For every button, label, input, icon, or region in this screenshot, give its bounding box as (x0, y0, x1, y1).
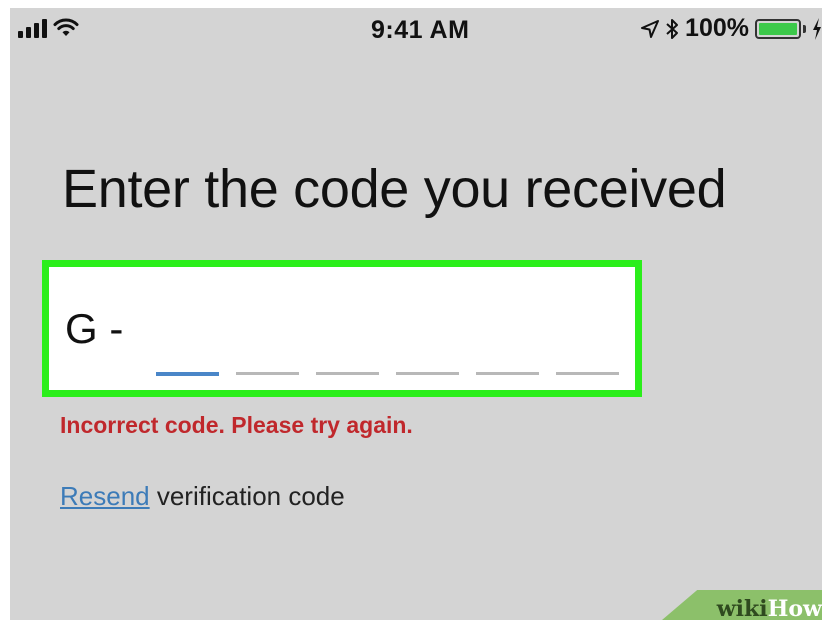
bluetooth-icon (666, 18, 679, 39)
code-prefix: G - (65, 305, 124, 352)
battery-nub (803, 24, 806, 33)
wikihow-watermark: wikiHow (717, 596, 822, 620)
status-left (18, 18, 79, 38)
code-digit-slot[interactable] (316, 372, 379, 375)
status-time: 9:41 AM (371, 16, 470, 44)
code-digit-slot[interactable] (236, 372, 299, 375)
battery-icon (755, 18, 801, 39)
resend-row: Resend verification code (60, 481, 345, 512)
error-message: Incorrect code. Please try again. (60, 412, 413, 438)
charging-bolt-icon (813, 17, 821, 40)
page-title: Enter the code you received (62, 159, 727, 219)
watermark-wiki: wiki (716, 596, 768, 620)
phone-screen: 9:41 AM 100% Enter the code you received… (10, 8, 822, 620)
status-bar: 9:41 AM 100% (10, 8, 822, 52)
signal-icon (18, 18, 47, 38)
battery-percent: 100% (685, 14, 749, 42)
verification-code-input[interactable]: G - (42, 260, 642, 397)
code-digit-slot[interactable] (396, 372, 459, 375)
code-digit-slot[interactable] (476, 372, 539, 375)
resend-suffix: verification code (149, 481, 345, 511)
status-right: 100% (641, 14, 822, 43)
battery-level (759, 22, 797, 35)
wifi-icon (53, 18, 79, 36)
location-arrow-icon (641, 19, 660, 38)
resend-link[interactable]: Resend (60, 481, 150, 511)
watermark-how: How (767, 596, 822, 620)
code-digit-slot[interactable] (556, 372, 619, 375)
code-digit-slot[interactable] (156, 372, 219, 376)
